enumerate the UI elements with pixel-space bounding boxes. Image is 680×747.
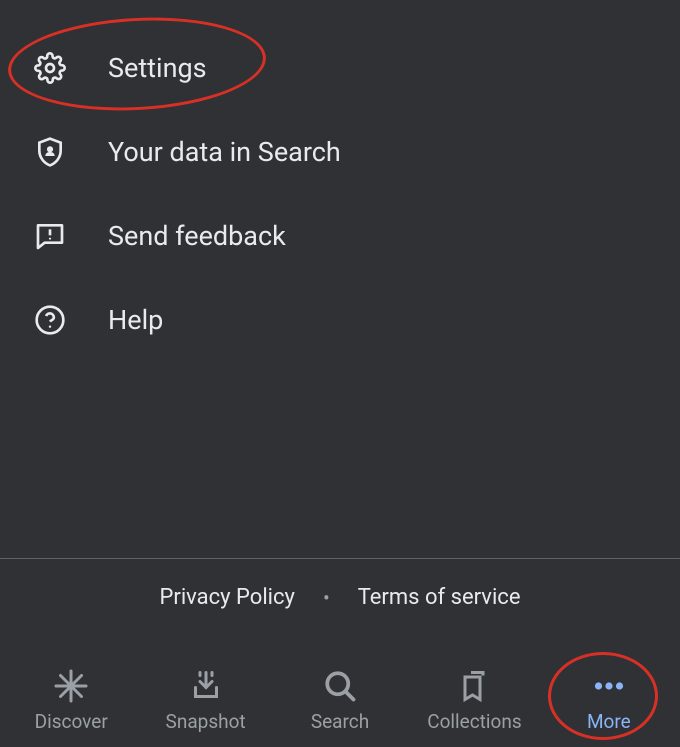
nav-item-discover[interactable]: Discover [4, 668, 138, 733]
menu-label-send-feedback: Send feedback [108, 220, 286, 252]
bottom-nav: Discover Snapshot Search [0, 656, 680, 747]
help-icon [34, 304, 66, 336]
collections-icon [456, 668, 492, 704]
privacy-policy-link[interactable]: Privacy Policy [160, 585, 295, 610]
menu-item-settings[interactable]: Settings [0, 26, 680, 110]
nav-label-more: More [587, 710, 631, 733]
nav-label-snapshot: Snapshot [166, 710, 246, 733]
menu-item-your-data[interactable]: Your data in Search [0, 110, 680, 194]
nav-label-discover: Discover [35, 710, 108, 733]
menu-label-help: Help [108, 304, 163, 336]
gear-icon [34, 52, 66, 84]
footer-separator: • [323, 586, 330, 610]
snapshot-icon [188, 668, 224, 704]
nav-item-more[interactable]: More [542, 668, 676, 733]
nav-item-collections[interactable]: Collections [407, 668, 541, 733]
nav-item-snapshot[interactable]: Snapshot [138, 668, 272, 733]
menu-label-your-data: Your data in Search [108, 136, 341, 168]
divider [0, 558, 680, 559]
discover-icon [53, 668, 89, 704]
search-icon [322, 668, 358, 704]
menu-item-send-feedback[interactable]: Send feedback [0, 194, 680, 278]
terms-of-service-link[interactable]: Terms of service [358, 585, 521, 610]
menu-label-settings: Settings [108, 52, 207, 84]
menu-list: Settings Your data in Search Send feedba… [0, 0, 680, 362]
menu-item-help[interactable]: Help [0, 278, 680, 362]
footer-links: Privacy Policy • Terms of service [0, 585, 680, 610]
more-icon [591, 668, 627, 704]
nav-label-search: Search [311, 710, 369, 733]
feedback-icon [34, 220, 66, 252]
nav-label-collections: Collections [427, 710, 521, 733]
shield-user-icon [34, 136, 66, 168]
nav-item-search[interactable]: Search [273, 668, 407, 733]
